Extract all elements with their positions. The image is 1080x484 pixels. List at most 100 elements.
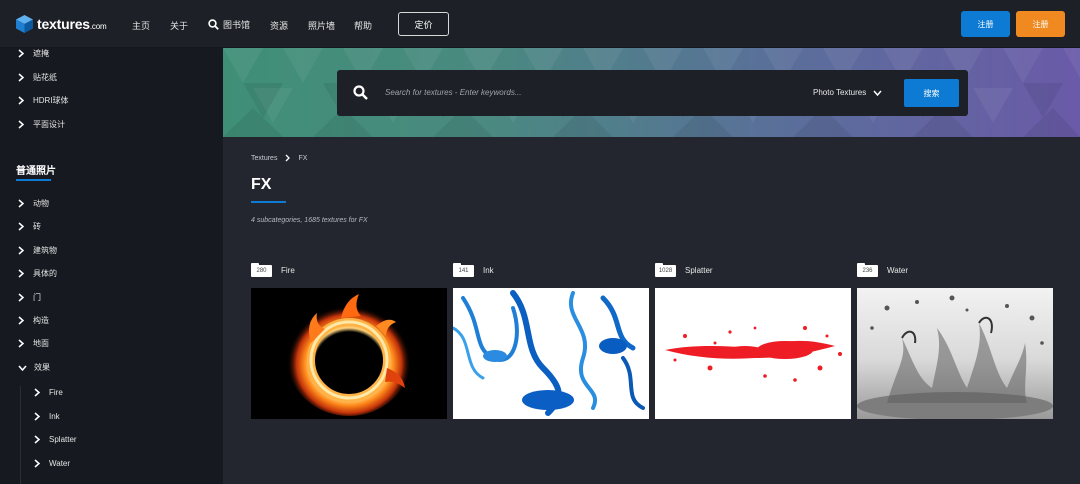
chevron-right-icon (34, 459, 40, 468)
sidebar-item-label: 遮掩 (33, 49, 49, 58)
sidebar-heading-underline (16, 179, 51, 181)
register-button-orange[interactable]: 注册 (1016, 11, 1065, 37)
sidebar-subitem-label: Splatter (49, 435, 77, 444)
category-header: 236 Water (857, 262, 908, 278)
sidebar-item-construction[interactable]: 构造 (18, 315, 49, 326)
sidebar-subitem-label: Water (49, 459, 71, 468)
category-name: Water (887, 265, 909, 275)
sidebar-item-label: 建筑物 (33, 246, 57, 255)
category-name: Fire (281, 265, 295, 275)
nav-photo-wall[interactable]: 照片墙 (308, 19, 335, 32)
logo[interactable]: textures.com (16, 15, 107, 33)
chevron-right-icon (286, 154, 291, 162)
category-card-ink[interactable]: 141 Ink (453, 262, 649, 419)
folder-icon: 236 (857, 263, 878, 277)
chevron-right-icon (18, 246, 24, 255)
texture-type-dropdown[interactable]: Photo Textures (813, 88, 882, 97)
sidebar-subitem-ink[interactable]: Ink (34, 412, 60, 421)
sidebar-item-buildings[interactable]: 建筑物 (18, 245, 57, 256)
sidebar-subitem-label: Ink (49, 412, 60, 421)
category-count: 280 (251, 265, 272, 277)
sidebar-item-label: 平面设计 (33, 120, 65, 129)
fire-ring-image (287, 294, 411, 416)
nav-help[interactable]: 帮助 (354, 19, 372, 32)
sidebar-item-doors[interactable]: 门 (18, 292, 41, 303)
chevron-down-icon (18, 365, 27, 371)
cube-logo-icon (16, 15, 33, 33)
category-thumbnail[interactable] (453, 288, 649, 419)
sidebar-item-animals[interactable]: 动物 (18, 198, 49, 209)
sidebar: 遮掩 贴花纸 HDRI球体 平面设计 普通照片 动物 砖 建筑物 具体的 门 构… (0, 48, 223, 484)
chevron-down-icon (873, 90, 882, 96)
chevron-right-icon (34, 435, 40, 444)
sidebar-item-mask[interactable]: 遮掩 (18, 48, 49, 59)
breadcrumb: Textures FX (251, 154, 307, 162)
sidebar-heading: 普通照片 (16, 166, 56, 177)
search-button[interactable]: 搜索 (904, 79, 959, 107)
folder-icon: 1028 (655, 263, 676, 277)
chevron-right-icon (18, 316, 24, 325)
search-input[interactable]: Search for textures - Enter keywords... (385, 88, 522, 97)
category-header: 280 Fire (251, 262, 295, 278)
category-header: 141 Ink (453, 262, 494, 278)
category-card-fire[interactable]: 280 Fire (251, 262, 447, 419)
top-navbar: textures.com 主页 关于 图书馆 资源 照片墙 帮助 定价 注册 注… (0, 0, 1080, 48)
category-header: 1028 Splatter (655, 262, 713, 278)
sidebar-item-label: 地面 (33, 339, 49, 348)
sidebar-item-ground[interactable]: 地面 (18, 338, 49, 349)
sidebar-subitem-water[interactable]: Water (34, 459, 70, 468)
sidebar-item-label: 门 (33, 293, 41, 302)
chevron-right-icon (18, 96, 24, 105)
sidebar-item-bricks[interactable]: 砖 (18, 221, 41, 232)
sidebar-item-hdri[interactable]: HDRI球体 (18, 95, 69, 106)
nav-library-label: 图书馆 (223, 20, 251, 30)
sidebar-subitem-splatter[interactable]: Splatter (34, 435, 77, 444)
sidebar-item-concrete[interactable]: 具体的 (18, 268, 57, 279)
category-count: 141 (453, 265, 474, 277)
folder-icon: 280 (251, 263, 272, 277)
category-thumbnail[interactable] (655, 288, 851, 419)
page-subtitle: 4 subcategories, 1685 textures for FX (251, 217, 368, 224)
category-count: 1028 (655, 265, 676, 277)
category-card-water[interactable]: 236 Water (857, 262, 1053, 419)
category-count: 236 (857, 265, 878, 277)
sidebar-subitem-fire[interactable]: Fire (34, 388, 63, 397)
chevron-right-icon (34, 412, 40, 421)
nav-resources[interactable]: 资源 (270, 19, 288, 32)
category-card-splatter[interactable]: 1028 Splatter (655, 262, 851, 419)
category-name: Splatter (685, 265, 713, 275)
nav-library[interactable]: 图书馆 (208, 18, 250, 31)
ink-image (453, 290, 645, 416)
page-title-underline (251, 201, 286, 203)
breadcrumb-fx[interactable]: FX (298, 155, 307, 162)
sidebar-subitem-label: Fire (49, 388, 63, 397)
register-button-blue[interactable]: 注册 (961, 11, 1010, 37)
nav-about[interactable]: 关于 (170, 19, 188, 32)
pricing-button[interactable]: 定价 (398, 12, 449, 36)
category-name: Ink (483, 265, 494, 275)
chevron-right-icon (18, 73, 24, 82)
category-thumbnail[interactable] (857, 288, 1053, 419)
logo-text: textures.com (37, 16, 107, 32)
sidebar-item-label: 贴花纸 (33, 73, 57, 82)
submenu-guide-line (20, 386, 21, 484)
sidebar-item-effects[interactable]: 效果 (18, 362, 50, 373)
chevron-right-icon (34, 388, 40, 397)
texture-type-label: Photo Textures (813, 88, 867, 97)
breadcrumb-textures[interactable]: Textures (251, 155, 277, 162)
sidebar-item-graphic-design[interactable]: 平面设计 (18, 119, 65, 130)
sidebar-item-label: 构造 (33, 316, 49, 325)
search-icon (353, 85, 368, 100)
sidebar-item-label: 砖 (33, 222, 41, 231)
sidebar-item-decals[interactable]: 贴花纸 (18, 72, 57, 83)
sidebar-item-label: HDRI球体 (33, 96, 69, 105)
water-splash-image (857, 295, 1053, 419)
chevron-right-icon (18, 199, 24, 208)
search-bar: Search for textures - Enter keywords... … (337, 70, 968, 116)
nav-home[interactable]: 主页 (132, 19, 150, 32)
chevron-right-icon (18, 293, 24, 302)
chevron-right-icon (18, 120, 24, 129)
category-thumbnail[interactable] (251, 288, 447, 419)
page-title: FX (251, 176, 272, 193)
sidebar-item-label: 具体的 (33, 269, 57, 278)
